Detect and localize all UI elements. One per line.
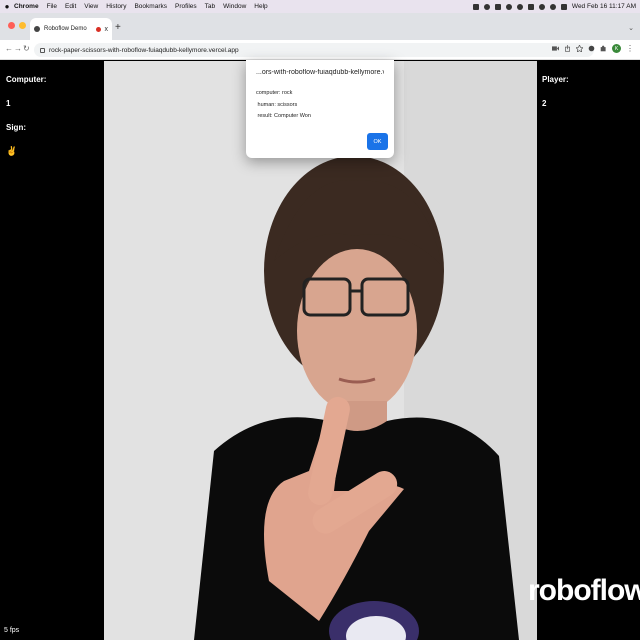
status-area: Wed Feb 16 11:17 AM [472, 0, 636, 13]
profile-avatar[interactable]: K [612, 44, 621, 53]
reload-icon[interactable]: ↻ [23, 44, 30, 53]
dialog-line-human: human: scissors [256, 101, 298, 108]
sign-label: Sign: [6, 123, 26, 132]
macos-menu-bar: ● Chrome File Edit View History Bookmark… [0, 0, 640, 13]
favicon-icon [34, 26, 40, 32]
dialog-ok-button[interactable]: OK [367, 133, 388, 150]
new-tab-button[interactable]: + [115, 22, 121, 33]
dialog-line-result: result: Computer Won [256, 113, 311, 119]
browser-toolbar: ← → ↻ rock-paper-scissors-with-roboflow-… [0, 40, 640, 60]
menu-tab[interactable]: Tab [205, 3, 215, 10]
battery-icon[interactable] [527, 3, 534, 10]
menu-window[interactable]: Window [223, 3, 246, 10]
alert-dialog: ...ors-with-roboflow-fuiaqdubb-kellymore… [246, 60, 394, 158]
display-icon[interactable] [494, 3, 501, 10]
camera-in-use-icon[interactable] [552, 45, 559, 52]
dialog-line-computer: computer: rock [256, 90, 293, 96]
share-icon[interactable] [564, 45, 571, 52]
app-status-icon[interactable] [483, 3, 490, 10]
fps-counter: 5 fps [4, 627, 20, 634]
address-url[interactable]: rock-paper-scissors-with-roboflow-fuiaqd… [49, 47, 239, 54]
address-bar[interactable]: rock-paper-scissors-with-roboflow-fuiaqd… [34, 43, 594, 57]
close-window-button[interactable] [8, 22, 15, 29]
menu-help[interactable]: Help [254, 3, 267, 10]
computer-panel: Computer: 1 Sign: ✌ 5 fps [0, 61, 104, 640]
toolbar-actions: K ⋮ [552, 44, 634, 53]
menu-edit[interactable]: Edit [65, 3, 76, 10]
dialog-title: ...ors-with-roboflow-fuiaqdubb-kellymore… [256, 69, 384, 76]
bluetooth-icon[interactable] [516, 3, 523, 10]
player-score: 2 [542, 99, 547, 108]
menu-profiles[interactable]: Profiles [175, 3, 197, 10]
menu-chrome[interactable]: Chrome [14, 3, 39, 10]
back-icon[interactable]: ← [5, 44, 13, 53]
tab-close-button[interactable]: x [105, 26, 109, 33]
tab-search-icon[interactable]: ⌄ [628, 24, 634, 32]
browser-tab-bar: Roboflow Demo x + ⌄ [0, 13, 640, 40]
puzzle-icon[interactable] [600, 45, 607, 52]
recording-indicator-icon [95, 26, 101, 32]
search-icon[interactable] [549, 3, 556, 10]
computer-sign-emoji: ✌ [6, 146, 18, 156]
forward-icon[interactable]: → [14, 44, 22, 53]
tab-title: Roboflow Demo [44, 26, 87, 32]
bookmark-star-icon[interactable] [576, 45, 583, 52]
menu-bookmarks[interactable]: Bookmarks [134, 3, 167, 10]
sync-icon[interactable] [505, 3, 512, 10]
menu-view[interactable]: View [84, 3, 98, 10]
computer-label: Computer: [6, 75, 47, 84]
browser-tab-active[interactable]: Roboflow Demo x [30, 18, 112, 40]
player-panel: Player: 2 [537, 61, 640, 640]
menu-clock[interactable]: Wed Feb 16 11:17 AM [572, 3, 636, 10]
more-menu-icon[interactable]: ⋮ [626, 44, 634, 53]
menu-history[interactable]: History [106, 3, 126, 10]
computer-score: 1 [6, 99, 11, 108]
apple-icon[interactable]: ● [0, 2, 14, 11]
roboflow-wordmark: roboflow [528, 574, 640, 607]
player-label: Player: [542, 75, 569, 84]
menu-file[interactable]: File [47, 3, 57, 10]
lock-icon[interactable] [40, 47, 45, 53]
wifi-icon[interactable] [538, 3, 545, 10]
control-center-icon[interactable] [560, 3, 567, 10]
minimize-window-button[interactable] [19, 22, 26, 29]
screen-record-icon[interactable] [472, 3, 479, 10]
extension-icon[interactable] [588, 45, 595, 52]
